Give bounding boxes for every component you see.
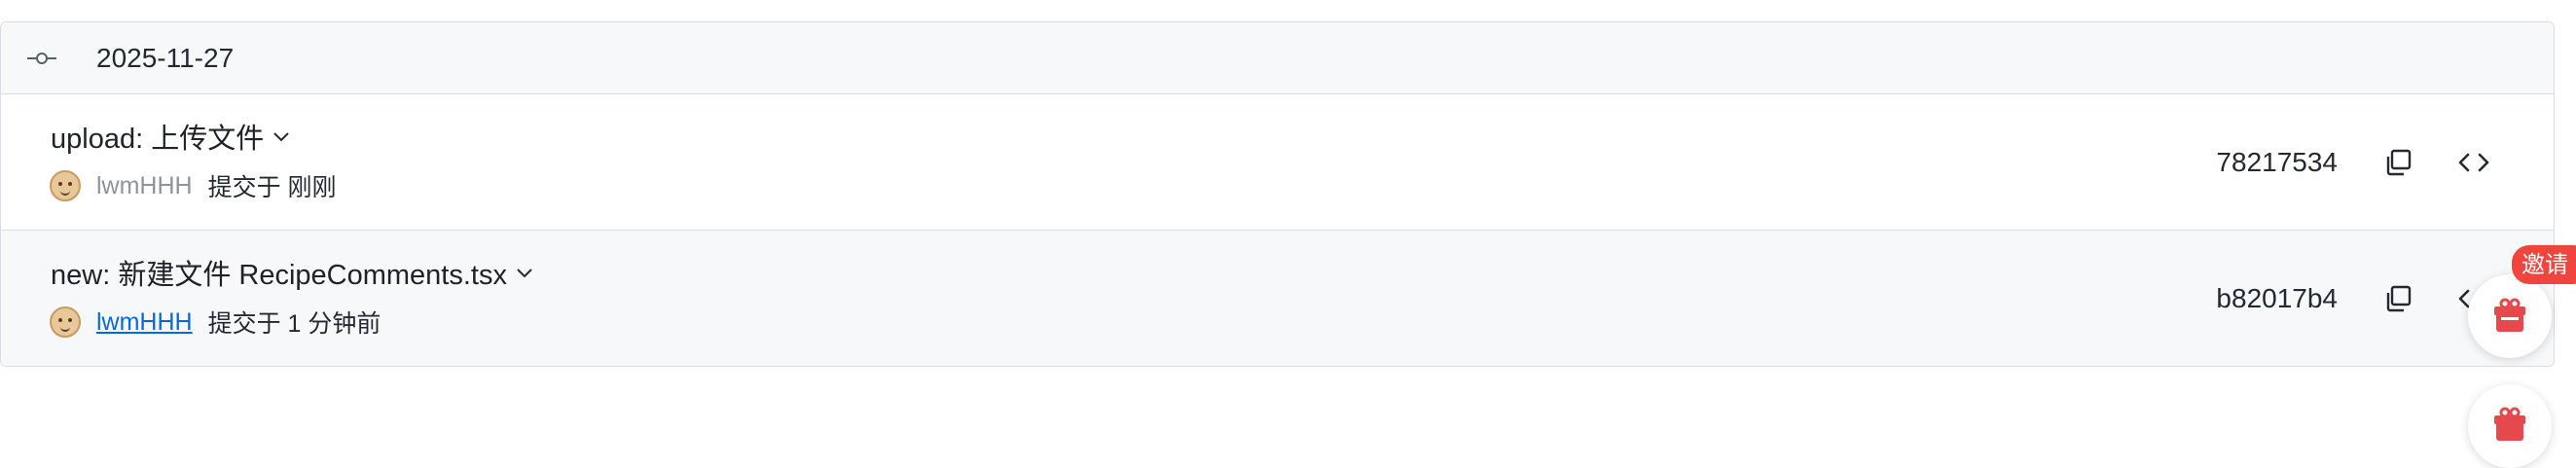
invite-button[interactable] xyxy=(2468,274,2552,358)
date-group-header: 2025-11-27 xyxy=(1,22,2554,94)
commit-list-panel: 2025-11-27 upload: 上传文件 lwmHHH 提交于 刚刚 78… xyxy=(0,21,2555,367)
commit-time: 提交于 刚刚 xyxy=(207,174,337,201)
gift-widget-button[interactable] xyxy=(2468,384,2552,468)
commit-row: new: 新建文件 RecipeComments.tsx lwmHHH 提交于 … xyxy=(1,231,2554,366)
invite-badge[interactable]: 邀请 xyxy=(2512,245,2576,284)
commit-message[interactable]: upload: 上传文件 xyxy=(51,116,264,157)
copy-icon xyxy=(2386,285,2412,311)
commit-row: upload: 上传文件 lwmHHH 提交于 刚刚 78217534 xyxy=(1,94,2554,231)
copy-sha-button[interactable] xyxy=(2378,143,2417,182)
commit-time: 提交于 1 分钟前 xyxy=(207,310,381,338)
browse-files-button[interactable] xyxy=(2452,143,2495,182)
commit-sha[interactable]: 78217534 xyxy=(2216,147,2338,178)
avatar[interactable] xyxy=(50,170,81,201)
commit-sha[interactable]: b82017b4 xyxy=(2216,283,2338,314)
chevron-down-icon[interactable] xyxy=(513,261,536,284)
copy-sha-button[interactable] xyxy=(2378,279,2417,318)
git-commit-icon xyxy=(27,49,56,68)
date-group-label: 2025-11-27 xyxy=(96,42,235,73)
copy-icon xyxy=(2386,149,2412,175)
commit-message[interactable]: new: 新建文件 RecipeComments.tsx xyxy=(51,252,507,293)
gift-icon xyxy=(2494,407,2525,441)
commit-author[interactable]: lwmHHH xyxy=(96,172,193,200)
commit-author[interactable]: lwmHHH xyxy=(96,308,193,337)
code-icon xyxy=(2458,153,2489,171)
avatar[interactable] xyxy=(50,306,81,338)
invite-widget[interactable]: 邀请 xyxy=(2466,245,2576,362)
chevron-down-icon[interactable] xyxy=(270,125,293,148)
gift-icon xyxy=(2494,298,2525,332)
